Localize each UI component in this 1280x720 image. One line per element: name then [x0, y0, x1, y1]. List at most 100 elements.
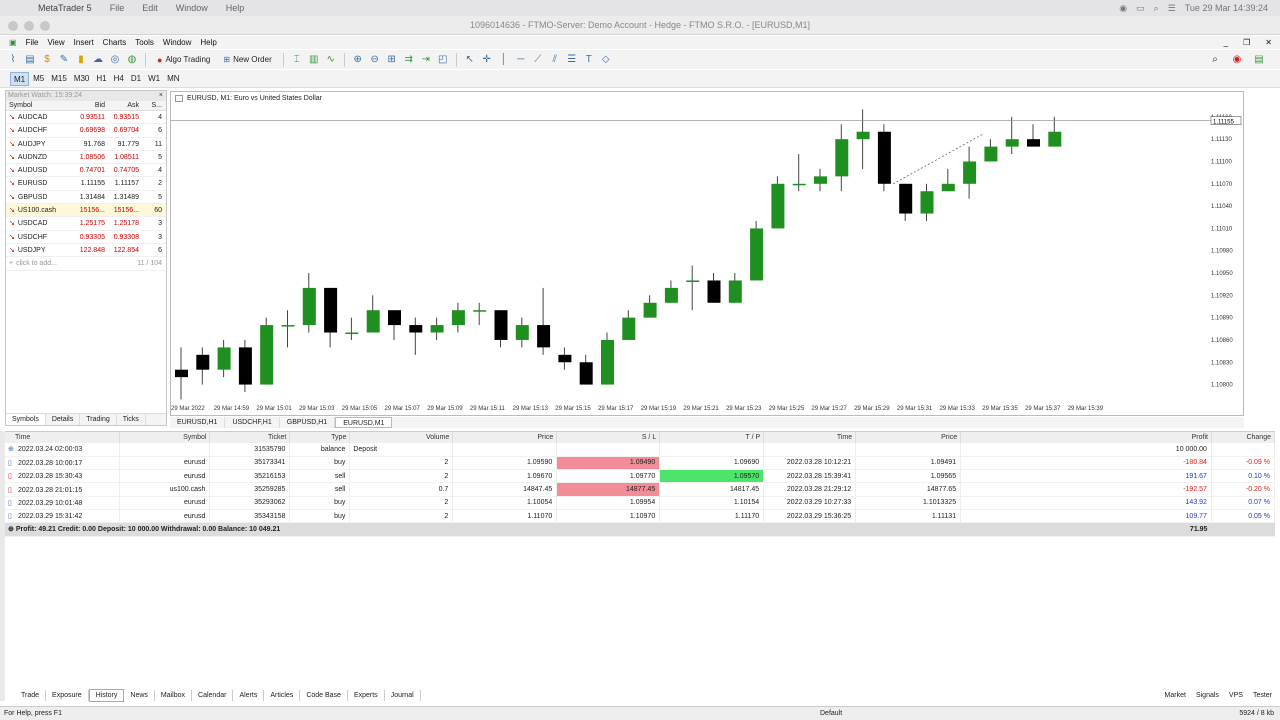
- tab-ticks[interactable]: Ticks: [117, 414, 146, 425]
- right-tab-signals[interactable]: Signals: [1196, 692, 1219, 699]
- right-tab-tester[interactable]: Tester: [1253, 692, 1272, 699]
- market-watch-row[interactable]: ↘ GBPUSD 1.31484 1.31489 5: [6, 191, 166, 205]
- algo-trading-button[interactable]: ● Algo Trading: [152, 52, 215, 67]
- chart-tab-usdchf-h1[interactable]: USDCHF,H1: [225, 417, 280, 428]
- minimize-window-button[interactable]: [24, 21, 34, 31]
- timeframe-m15[interactable]: M15: [48, 72, 70, 86]
- bar-chart-icon[interactable]: ⌶: [290, 53, 304, 67]
- market-watch-row[interactable]: ↘ AUDCAD 0.93511 0.93515 4: [6, 111, 166, 125]
- col-ticket[interactable]: Ticket: [209, 432, 291, 443]
- close-window-button[interactable]: [8, 21, 18, 31]
- mac-menu-edit[interactable]: Edit: [142, 3, 158, 13]
- crosshair-icon[interactable]: ✛: [480, 53, 494, 67]
- col-tp[interactable]: T / P: [659, 432, 765, 443]
- history-row[interactable]: ▯ 2022.03.29 10:01:48 eurusd 35293062 buy 2 1.…: [5, 496, 1276, 510]
- market-watch-row[interactable]: ↘ USDCHF 0.93305 0.93308 3: [6, 231, 166, 244]
- vps-icon[interactable]: ◍: [125, 53, 139, 67]
- history-row[interactable]: ⊕ 2022.03.24 02:00:03 31535790 balance Depos…: [5, 443, 1276, 457]
- fibonacci-icon[interactable]: ☰: [565, 53, 579, 67]
- vertical-line-icon[interactable]: │: [497, 53, 511, 67]
- horizontal-line-icon[interactable]: ─: [514, 53, 528, 67]
- search-icon[interactable]: ⌕: [1154, 3, 1159, 14]
- chart-type-icon[interactable]: ⌇: [6, 53, 20, 67]
- zoom-out-icon[interactable]: ⊖: [368, 53, 382, 67]
- mac-menu-help[interactable]: Help: [226, 3, 245, 13]
- battery-icon[interactable]: ▭: [1136, 3, 1145, 14]
- chart-tab-eurusd-h1[interactable]: EURUSD,H1: [170, 417, 226, 428]
- control-center-icon[interactable]: ☰: [1168, 3, 1176, 14]
- col-symbol[interactable]: Symbol: [119, 432, 211, 443]
- col-profit[interactable]: Profit: [960, 432, 1212, 443]
- mac-menu-window[interactable]: Window: [176, 3, 208, 13]
- col-change[interactable]: Change: [1211, 432, 1276, 443]
- chart-tab-gbpusd-h1[interactable]: GBPUSD,H1: [280, 417, 336, 428]
- menu-tools[interactable]: Tools: [135, 38, 154, 47]
- chart-menu-icon[interactable]: [175, 95, 183, 102]
- new-chart-icon[interactable]: ▤: [23, 53, 37, 67]
- channel-icon[interactable]: ⫽: [548, 53, 562, 67]
- menu-view[interactable]: View: [47, 38, 64, 47]
- market-watch-add-row[interactable]: + click to add... 11 / 104: [6, 257, 166, 271]
- mdi-restore-icon[interactable]: ❐: [1243, 38, 1250, 47]
- text-tool-icon[interactable]: T: [582, 53, 596, 67]
- signals-icon[interactable]: ◎: [108, 53, 122, 67]
- market-watch-row[interactable]: ↘ EURUSD 1.11155 1.11157 2: [6, 177, 166, 191]
- toolbox-tab-history[interactable]: History: [88, 688, 125, 702]
- menu-window[interactable]: Window: [163, 38, 191, 47]
- toolbox-tab-articles[interactable]: Articles: [264, 689, 301, 701]
- col-close-price[interactable]: Price: [855, 432, 962, 443]
- toolbox-tab-experts[interactable]: Experts: [348, 689, 385, 701]
- autoscroll-icon[interactable]: ⇉: [402, 53, 416, 67]
- right-tab-market[interactable]: Market: [1165, 692, 1186, 699]
- click-to-add[interactable]: + click to add...: [6, 257, 126, 269]
- candle-chart-icon[interactable]: ▥: [307, 53, 321, 67]
- timeframe-m5[interactable]: M5: [30, 72, 47, 86]
- right-tab-vps[interactable]: VPS: [1229, 692, 1243, 699]
- timeframe-h1[interactable]: H1: [93, 72, 109, 86]
- tile-windows-icon[interactable]: ⊞: [385, 53, 399, 67]
- market-watch-row[interactable]: ↘ USDCAD 1.25175 1.25178 3: [6, 217, 166, 231]
- market-watch-row[interactable]: ↘ US100.cash 15156... 15156... 60: [6, 204, 166, 218]
- market-watch-row[interactable]: ↘ AUDNZD 1.08506 1.08511 5: [6, 151, 166, 165]
- metaeditor-icon[interactable]: ✎: [57, 53, 71, 67]
- tab-details[interactable]: Details: [46, 414, 81, 425]
- toolbox-tab-code-base[interactable]: Code Base: [300, 689, 348, 701]
- timeframe-mn[interactable]: MN: [164, 72, 182, 86]
- toolbox-tab-trade[interactable]: Trade: [15, 689, 47, 701]
- timeframe-w1[interactable]: W1: [145, 72, 163, 86]
- search-icon[interactable]: ⌕: [1208, 53, 1222, 67]
- close-icon[interactable]: ×: [159, 91, 163, 101]
- trendline-icon[interactable]: ⟋: [531, 53, 545, 67]
- menu-charts[interactable]: Charts: [103, 38, 127, 47]
- mdi-minimize-icon[interactable]: _: [1224, 38, 1228, 47]
- chart-window[interactable]: 1.111601.111301.111001.110701.110401.110…: [170, 91, 1244, 416]
- col-type[interactable]: Type: [289, 432, 351, 443]
- line-chart-icon[interactable]: ∿: [324, 53, 338, 67]
- tab-symbols[interactable]: Symbols: [6, 414, 46, 425]
- screenshot-icon[interactable]: ◰: [436, 53, 450, 67]
- col-sl[interactable]: S / L: [556, 432, 661, 443]
- col-symbol[interactable]: Symbol: [6, 101, 71, 110]
- zoom-in-icon[interactable]: ⊕: [351, 53, 365, 67]
- col-close-time[interactable]: Time: [763, 432, 857, 443]
- timeframe-m30[interactable]: M30: [71, 72, 93, 86]
- col-bid[interactable]: Bid: [71, 101, 107, 110]
- col-spread[interactable]: S...: [141, 101, 165, 110]
- timeframe-h4[interactable]: H4: [111, 72, 127, 86]
- zoom-window-button[interactable]: [40, 21, 50, 31]
- menu-file[interactable]: File: [26, 38, 39, 47]
- col-volume[interactable]: Volume: [349, 432, 454, 443]
- timeframe-d1[interactable]: D1: [128, 72, 144, 86]
- market-watch-row[interactable]: ↘ USDJPY 122.848 122.854 6: [6, 244, 166, 258]
- market-watch-row[interactable]: ↘ AUDCHF 0.69698 0.69704 6: [6, 124, 166, 138]
- toolbox-tab-mailbox[interactable]: Mailbox: [155, 689, 193, 701]
- market-depth-icon[interactable]: ▤: [1252, 53, 1266, 67]
- toolbox-tab-calendar[interactable]: Calendar: [192, 689, 234, 701]
- history-row[interactable]: ▯ 2022.03.28 10:00:17 eurusd 35173341 buy 2 1.…: [5, 456, 1276, 471]
- candlestick-chart[interactable]: 1.111601.111301.111001.110701.110401.110…: [171, 92, 1243, 415]
- chart-tab-eurusd-m1[interactable]: EURUSD,M1: [335, 417, 393, 428]
- chart-shift-icon[interactable]: ⇥: [419, 53, 433, 67]
- history-row[interactable]: ▯ 2022.03.28 21:01:15 us100.cash 35259285 se…: [5, 482, 1276, 497]
- history-row[interactable]: ▯ 2022.03.29 15:31:42 eurusd 35343158 buy 2 1.…: [5, 509, 1276, 524]
- cursor-icon[interactable]: ↖: [463, 53, 477, 67]
